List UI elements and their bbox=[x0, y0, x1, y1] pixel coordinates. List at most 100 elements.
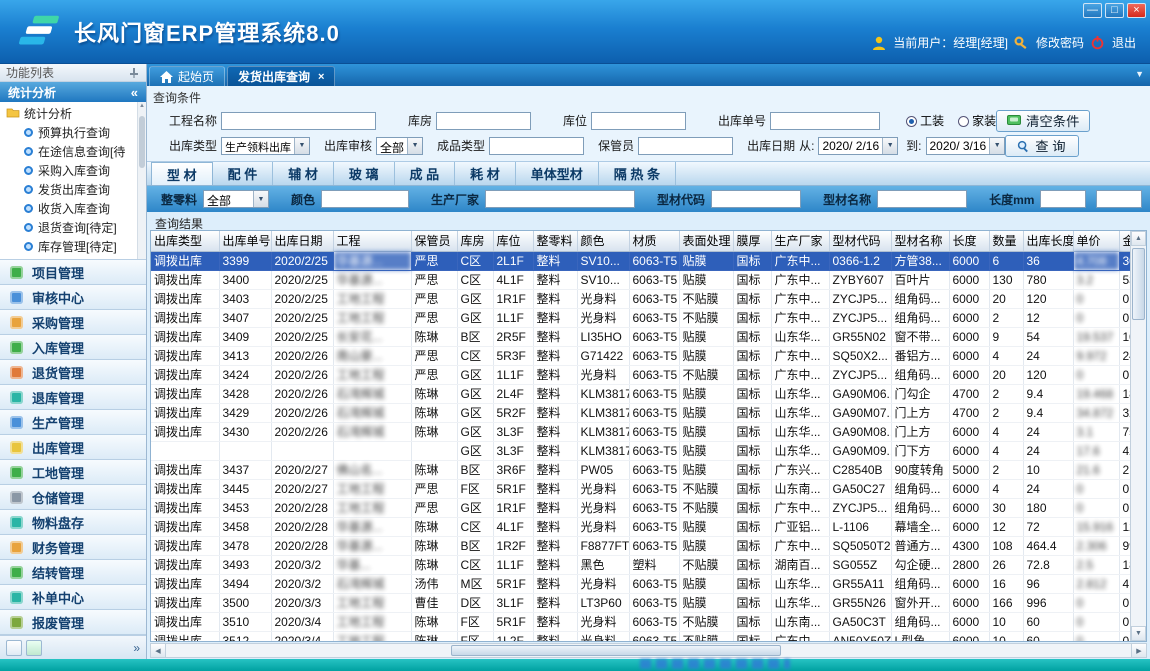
table-row[interactable]: 调拨出库34292020/2/26石湾辉城陈琳G区5R2F整料KLM381760… bbox=[151, 403, 1147, 422]
table-row[interactable]: 调拨出库34132020/2/26南山豪...严思C区5R3F整料G714226… bbox=[151, 346, 1147, 365]
material-tab[interactable]: 配 件 bbox=[213, 162, 274, 185]
table-row[interactable]: 调拨出库34302020/2/26石湾辉城陈琳G区3L3F整料KLM381760… bbox=[151, 422, 1147, 441]
tree-item[interactable]: 预算执行查询 bbox=[0, 123, 146, 142]
radio-jiazhuang-icon[interactable] bbox=[958, 116, 969, 127]
column-header[interactable]: 工程 bbox=[333, 231, 411, 251]
table-row[interactable]: 调拨出库34532020/2/28工地工程严思G区1R1F整料光身料6063-T… bbox=[151, 498, 1147, 517]
vertical-scroll-thumb[interactable] bbox=[1132, 248, 1145, 320]
table-row[interactable]: 调拨出库33992020/2/25华基源...严思C区2L1F整料SV10...… bbox=[151, 251, 1147, 270]
tab-home[interactable]: 起始页 bbox=[149, 66, 225, 86]
date-to-picker[interactable]: 2020/ 3/16 ▼ bbox=[926, 137, 1006, 155]
profile-code-input[interactable] bbox=[711, 190, 801, 208]
audit-select[interactable]: 全部 ▼ bbox=[376, 137, 423, 155]
table-row[interactable]: 调拨出库34032020/2/25工地工程严思G区1R1F整料光身料6063-T… bbox=[151, 289, 1147, 308]
radio-gongzhuang-icon[interactable] bbox=[906, 116, 917, 127]
table-row[interactable]: 调拨出库34072020/2/25工地工程严思G区1L1F整料光身料6063-T… bbox=[151, 308, 1147, 327]
zhenglingliao-dropdown-icon[interactable]: ▼ bbox=[253, 191, 268, 207]
material-tab[interactable]: 型 材 bbox=[151, 162, 213, 185]
column-header[interactable]: 出库类型 bbox=[151, 231, 219, 251]
horizontal-scroll-thumb[interactable] bbox=[451, 645, 781, 656]
sidebar-menu-item[interactable]: 结转管理 bbox=[0, 560, 146, 585]
material-tab[interactable]: 单体型材 bbox=[516, 162, 599, 185]
table-row[interactable]: 调拨出库34942020/3/2石湾辉城汤伟M区5R1F整料光身料6063-T5… bbox=[151, 574, 1147, 593]
horizontal-scrollbar[interactable]: ◀ ▶ bbox=[150, 643, 1147, 658]
sidebar-section-statistics[interactable]: 统计分析 « bbox=[0, 82, 146, 102]
sidebar-menu-item[interactable]: 补单中心 bbox=[0, 585, 146, 610]
column-header[interactable]: 材质 bbox=[629, 231, 679, 251]
column-header[interactable]: 出库长度 bbox=[1023, 231, 1073, 251]
sidebar-menu-item[interactable]: 仓储管理 bbox=[0, 485, 146, 510]
column-header[interactable]: 出库日期 bbox=[271, 231, 333, 251]
expand-right-icon[interactable]: » bbox=[133, 641, 140, 655]
sidebar-menu-item[interactable]: 退货管理 bbox=[0, 360, 146, 385]
column-header[interactable]: 型材名称 bbox=[891, 231, 949, 251]
tab-shipping-outbound-query[interactable]: 发货出库查询 × bbox=[227, 66, 335, 86]
warehouse-input[interactable] bbox=[436, 112, 531, 130]
column-header[interactable]: 单价 bbox=[1073, 231, 1119, 251]
table-row[interactable]: 调拨出库34002020/2/25华基源...严思C区4L1F整料SV10...… bbox=[151, 270, 1147, 289]
table-row[interactable]: 调拨出库35002020/3/3工地工程曹佳D区3L1F整料LT3P606063… bbox=[151, 593, 1147, 612]
tree-scrollbar[interactable]: ▲ bbox=[137, 102, 146, 259]
length-from-input[interactable] bbox=[1040, 190, 1086, 208]
footer-grid-icon[interactable] bbox=[6, 640, 22, 656]
tree-item[interactable]: 库存管理[待定] bbox=[0, 237, 146, 256]
clear-conditions-button[interactable]: 清空条件 bbox=[996, 110, 1090, 132]
sidebar-menu-item[interactable]: 生产管理 bbox=[0, 410, 146, 435]
table-row[interactable]: 调拨出库34282020/2/26石湾辉城陈琳G区2L4F整料KLM381760… bbox=[151, 384, 1147, 403]
minimize-button[interactable]: — bbox=[1083, 3, 1102, 18]
table-row[interactable]: 调拨出库34582020/2/28华基源...陈琳C区4L1F整料光身料6063… bbox=[151, 517, 1147, 536]
material-tab[interactable]: 隔 热 条 bbox=[599, 162, 676, 185]
table-row[interactable]: 调拨出库35102020/3/4工地工程陈琳F区5R1F整料光身料6063-T5… bbox=[151, 612, 1147, 631]
logout-link[interactable]: 退出 bbox=[1112, 34, 1136, 51]
table-row[interactable]: 调拨出库34242020/2/26工地工程严思G区1L1F整料光身料6063-T… bbox=[151, 365, 1147, 384]
column-header[interactable]: 颜色 bbox=[577, 231, 629, 251]
material-tab[interactable]: 成 品 bbox=[395, 162, 456, 185]
product-type-input[interactable] bbox=[489, 137, 584, 155]
length-to-input[interactable] bbox=[1096, 190, 1142, 208]
scroll-down-icon[interactable]: ▼ bbox=[1131, 626, 1146, 641]
collapse-left-icon[interactable]: « bbox=[131, 85, 138, 100]
column-header[interactable]: 数量 bbox=[989, 231, 1023, 251]
column-header[interactable]: 膜厚 bbox=[733, 231, 771, 251]
footer-computer-icon[interactable] bbox=[26, 640, 42, 656]
date-from-picker[interactable]: 2020/ 2/16 ▼ bbox=[818, 137, 898, 155]
column-header[interactable]: 表面处理 bbox=[679, 231, 733, 251]
tree-item[interactable]: 退货查询[待定] bbox=[0, 218, 146, 237]
audit-dropdown-icon[interactable]: ▼ bbox=[407, 138, 422, 154]
sidebar-menu-item[interactable]: 审核中心 bbox=[0, 285, 146, 310]
table-row[interactable]: 调拨出库34092020/2/25长安花...陈琳B区2R5F整料LI35HO6… bbox=[151, 327, 1147, 346]
column-header[interactable]: 库房 bbox=[457, 231, 493, 251]
column-header[interactable]: 保管员 bbox=[411, 231, 457, 251]
column-header[interactable]: 整零料 bbox=[533, 231, 577, 251]
sidebar-menu-item[interactable]: 报废管理 bbox=[0, 610, 146, 635]
change-password-link[interactable]: 修改密码 bbox=[1036, 34, 1084, 51]
pin-icon[interactable] bbox=[128, 67, 140, 79]
manufacturer-input[interactable] bbox=[485, 190, 635, 208]
keeper-input[interactable] bbox=[638, 137, 733, 155]
column-header[interactable]: 型材代码 bbox=[829, 231, 891, 251]
scroll-left-icon[interactable]: ◀ bbox=[151, 644, 166, 657]
sidebar-menu-item[interactable]: 财务管理 bbox=[0, 535, 146, 560]
column-header[interactable]: 生产厂家 bbox=[771, 231, 829, 251]
scroll-up-icon[interactable]: ▲ bbox=[1131, 231, 1146, 246]
color-input[interactable] bbox=[321, 190, 409, 208]
date-to-dropdown-icon[interactable]: ▼ bbox=[989, 138, 1004, 154]
sidebar-menu-item[interactable]: 采购管理 bbox=[0, 310, 146, 335]
tab-list-dropdown-icon[interactable]: ▼ bbox=[1135, 69, 1144, 79]
table-row[interactable]: 调拨出库35122020/3/4工地工程陈琳F区1L2F整料光身料6063-T5… bbox=[151, 631, 1147, 642]
tree-item[interactable]: 发货出库查询 bbox=[0, 180, 146, 199]
tab-close-icon[interactable]: × bbox=[318, 71, 324, 83]
radio-jiazhuang[interactable]: 家装 bbox=[958, 112, 996, 129]
material-tab[interactable]: 玻 璃 bbox=[334, 162, 395, 185]
zhenglingliao-select[interactable]: 全部 ▼ bbox=[203, 190, 269, 208]
out-type-select[interactable]: 生产领料出库 ▼ bbox=[221, 137, 310, 155]
tree-item[interactable]: 在途信息查询[待 bbox=[0, 142, 146, 161]
table-row[interactable]: 调拨出库34932020/3/2华基...陈琳C区1L1F整料黑色塑料不贴膜国标… bbox=[151, 555, 1147, 574]
scroll-right-icon[interactable]: ▶ bbox=[1131, 644, 1146, 657]
project-name-input[interactable] bbox=[221, 112, 376, 130]
table-row[interactable]: 调拨出库34372020/2/27佛山名...陈琳B区3R6F整料PW05606… bbox=[151, 460, 1147, 479]
scroll-up-icon[interactable]: ▲ bbox=[138, 102, 146, 111]
close-button[interactable]: × bbox=[1127, 3, 1146, 18]
sidebar-menu-item[interactable]: 出库管理 bbox=[0, 435, 146, 460]
table-row[interactable]: 调拨出库34452020/2/27工地工程严思F区5R1F整料光身料6063-T… bbox=[151, 479, 1147, 498]
